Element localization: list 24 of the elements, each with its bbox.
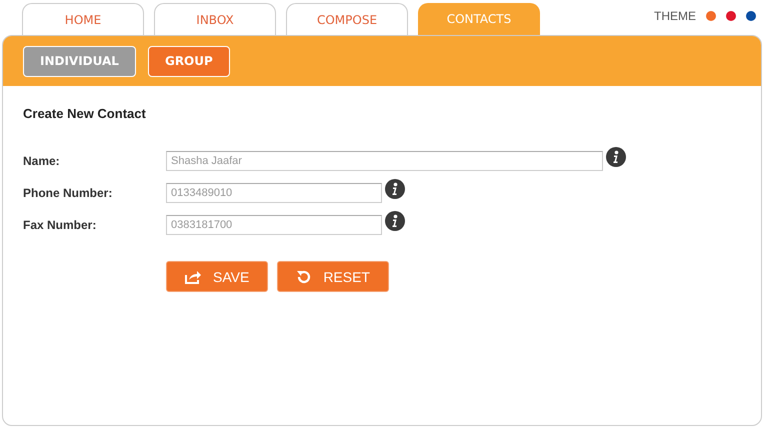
form-title: Create New Contact	[23, 106, 147, 121]
nav-tab[interactable]: CONTACTS	[418, 3, 540, 35]
reset-button[interactable]: RESET	[277, 261, 389, 292]
field-label: Name:	[23, 154, 61, 168]
nav-tab[interactable]: HOME	[22, 3, 144, 35]
info-icon[interactable]	[606, 147, 626, 167]
reset-icon	[296, 269, 312, 284]
input-field[interactable]: 0383181700	[166, 215, 382, 235]
sub-tab[interactable]: GROUP	[148, 46, 230, 76]
info-icon[interactable]	[385, 179, 405, 199]
nav-tab[interactable]: INBOX	[154, 3, 276, 35]
theme-dot[interactable]	[746, 11, 756, 21]
save-button[interactable]: SAVE	[166, 261, 268, 292]
field-label: Phone Number:	[23, 186, 114, 200]
input-field[interactable]: 0133489010	[166, 183, 382, 203]
theme-label: THEME	[654, 9, 696, 23]
input-field[interactable]: Shasha Jaafar	[166, 151, 603, 171]
info-icon[interactable]	[385, 211, 405, 231]
share-icon	[185, 270, 201, 284]
theme-dot[interactable]	[706, 11, 716, 21]
field-label: Fax Number:	[23, 218, 98, 232]
nav-tab[interactable]: COMPOSE	[286, 3, 408, 35]
theme-dot[interactable]	[726, 11, 736, 21]
sub-tab[interactable]: INDIVIDUAL	[23, 46, 136, 76]
